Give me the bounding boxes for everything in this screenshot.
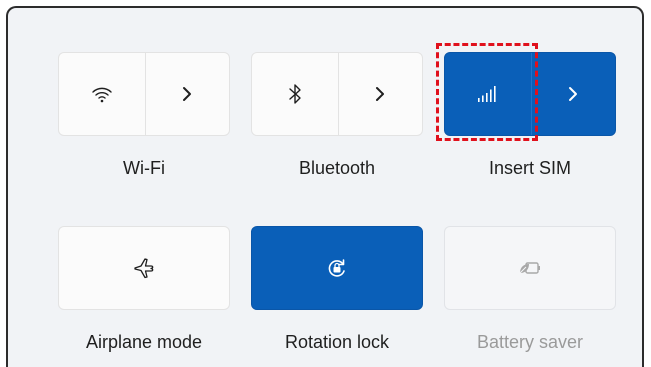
wifi-label: Wi-Fi xyxy=(123,158,165,178)
wifi-toggle-button[interactable] xyxy=(59,53,145,135)
airplane-icon xyxy=(132,256,156,280)
cellular-tile xyxy=(444,52,616,136)
rotation-lock-icon xyxy=(325,256,349,280)
bluetooth-icon xyxy=(288,83,302,105)
bluetooth-expand-button[interactable] xyxy=(337,53,422,135)
cellular-label: Insert SIM xyxy=(488,158,572,178)
bluetooth-label: Bluetooth xyxy=(298,158,376,178)
airplane-mode-label: Airplane mode xyxy=(85,332,203,352)
wifi-expand-button[interactable] xyxy=(144,53,229,135)
bluetooth-tile xyxy=(251,52,423,136)
rotation-lock-tile[interactable] xyxy=(251,226,423,310)
airplane-mode-tile[interactable] xyxy=(58,226,230,310)
chevron-right-icon xyxy=(181,85,193,103)
wifi-tile xyxy=(58,52,230,136)
battery-saver-icon xyxy=(517,258,543,278)
wifi-icon xyxy=(91,85,113,103)
rotation-lock-label: Rotation lock xyxy=(284,332,390,352)
chevron-right-icon xyxy=(567,85,579,103)
cellular-expand-button[interactable] xyxy=(530,53,615,135)
cellular-toggle-button[interactable] xyxy=(445,53,531,135)
cellular-signal-icon xyxy=(476,85,500,103)
battery-saver-tile xyxy=(444,226,616,310)
chevron-right-icon xyxy=(374,85,386,103)
battery-saver-label: Battery saver xyxy=(476,332,584,352)
bluetooth-toggle-button[interactable] xyxy=(252,53,338,135)
